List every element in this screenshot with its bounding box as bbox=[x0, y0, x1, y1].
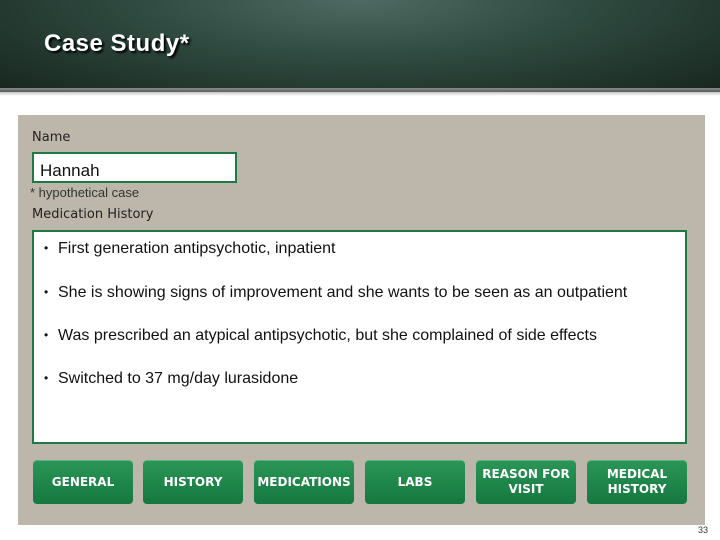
list-item: • Was prescribed an atypical antipsychoti… bbox=[44, 327, 597, 344]
medication-history-label: Medication History bbox=[32, 207, 154, 222]
list-item: • Switched to 37 mg/day lurasidone bbox=[44, 370, 299, 387]
medication-history-list: • First generation antipsychotic, inpatie… bbox=[44, 238, 674, 411]
nav-button-labs[interactable]: LABS bbox=[365, 460, 465, 504]
nav-button-general[interactable]: GENERAL bbox=[33, 460, 133, 504]
header-shadow bbox=[0, 88, 720, 96]
bullet-icon: • bbox=[44, 241, 49, 255]
list-item: • She is showing signs of improvement and… bbox=[44, 284, 628, 301]
name-value: Hannah bbox=[40, 161, 100, 180]
nav-button-medical-history[interactable]: MEDICAL HISTORY bbox=[587, 460, 687, 504]
page-title: Case Study* bbox=[44, 30, 190, 57]
footnote: * hypothetical case bbox=[30, 185, 140, 200]
bullet-icon: • bbox=[44, 285, 49, 299]
list-item: • First generation antipsychotic, inpatie… bbox=[44, 240, 336, 257]
bullet-icon: • bbox=[44, 328, 49, 342]
nav-button-reason-for-visit[interactable]: REASON FOR VISIT bbox=[476, 460, 576, 504]
bullet-icon: • bbox=[44, 371, 49, 385]
nav-button-history[interactable]: HISTORY bbox=[143, 460, 243, 504]
name-label: Name bbox=[32, 130, 71, 145]
nav-button-medications[interactable]: MEDICATIONS bbox=[254, 460, 354, 504]
page-number: 33 bbox=[698, 525, 709, 535]
